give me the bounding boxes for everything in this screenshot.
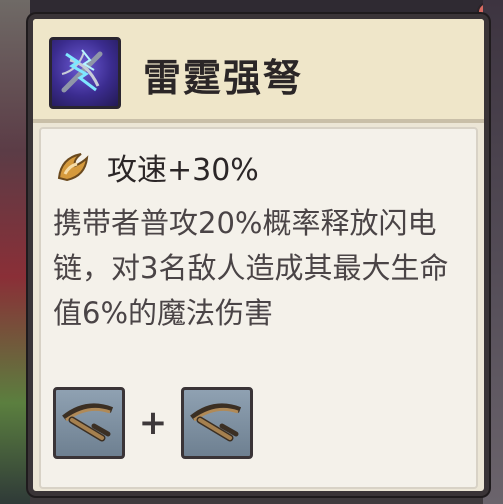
item-tooltip-card: 雷霆强弩 攻速+30% 携带者普攻20%概率释放闪电链，对3名敌人造成其最大生命…: [28, 14, 489, 496]
stat-row: 攻速+30%: [53, 147, 259, 188]
stat-text: 攻速+30%: [107, 153, 259, 188]
recipe-plus: +: [138, 403, 168, 443]
thunder-crossbow-icon: [49, 37, 121, 109]
tooltip-body: 攻速+30% 携带者普攻20%概率释放闪电链，对3名敌人造成其最大生命值6%的魔…: [39, 127, 478, 489]
crossbow-icon[interactable]: [181, 387, 253, 459]
item-description: 携带者普攻20%概率释放闪电链，对3名敌人造成其最大生命值6%的魔法伤害: [53, 206, 449, 330]
recipe-row: +: [53, 387, 253, 459]
crossbow-icon[interactable]: [53, 387, 125, 459]
item-name: 雷霆强弩: [143, 56, 304, 100]
attack-speed-icon: [57, 153, 89, 182]
background-left-scene: [0, 0, 30, 504]
tooltip-header: 雷霆强弩: [33, 19, 484, 123]
